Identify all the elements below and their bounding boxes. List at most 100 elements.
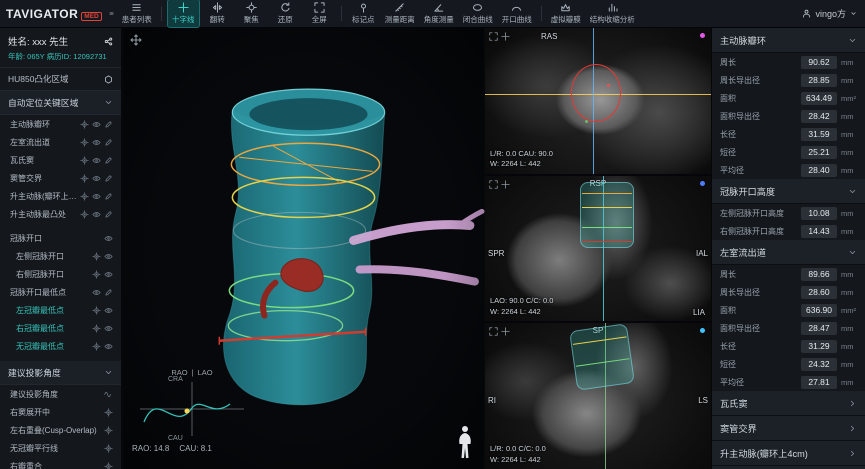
- locate-icon[interactable]: [104, 444, 113, 453]
- locate-icon[interactable]: [92, 324, 101, 333]
- locate-icon[interactable]: [92, 306, 101, 315]
- left-cusp-lowest-row[interactable]: 左冠瓣最低点: [0, 301, 121, 319]
- toolbar-reset[interactable]: 还原: [270, 0, 301, 27]
- toolbar-flip[interactable]: 翻转: [202, 0, 233, 27]
- toolbar-structure-analysis[interactable]: 结构收缩分析: [587, 0, 638, 27]
- visibility-icon[interactable]: [104, 306, 113, 315]
- visibility-icon[interactable]: [92, 138, 101, 147]
- coronary-ostia-row[interactable]: 冠脉开口: [0, 229, 121, 247]
- coronary-lowest-points-row[interactable]: 冠脉开口最低点: [0, 283, 121, 301]
- crosshair-icon[interactable]: [501, 180, 510, 189]
- locate-icon[interactable]: [92, 342, 101, 351]
- locate-icon[interactable]: [104, 426, 113, 435]
- edit-icon[interactable]: [104, 174, 113, 183]
- region-row-sinotubular-junction[interactable]: 窦管交界: [0, 169, 121, 187]
- section-lvot[interactable]: 左室流出道: [712, 240, 865, 265]
- locate-icon[interactable]: [104, 408, 113, 417]
- toolbar-closed-curve[interactable]: 闭合曲线: [460, 0, 496, 27]
- projection-curve-row[interactable]: 建议投影角度: [0, 385, 121, 403]
- viewport-3d[interactable]: RAO|LAO CRA CAU RAO: 14.8 CAU: 8.1: [122, 28, 485, 469]
- section-sinus-of-valsalva[interactable]: 瓦氏窦: [712, 391, 865, 416]
- locate-icon[interactable]: [80, 174, 89, 183]
- section-auto-key-regions[interactable]: 自动定位关键区域: [0, 91, 121, 115]
- edit-icon[interactable]: [104, 156, 113, 165]
- toolbar-marker[interactable]: 标记点: [348, 0, 379, 27]
- locate-icon[interactable]: [104, 462, 113, 469]
- section-ascending-aorta-4cm[interactable]: 升主动脉(瓣环上4cm): [712, 441, 865, 466]
- valve-region-overlay[interactable]: [569, 324, 635, 391]
- visibility-icon[interactable]: [104, 234, 113, 243]
- locate-icon[interactable]: [80, 192, 89, 201]
- valve-region-overlay[interactable]: [580, 182, 634, 248]
- locate-icon[interactable]: [92, 252, 101, 261]
- section-aortic-annulus[interactable]: 主动脉瓣环: [712, 28, 865, 53]
- visibility-icon[interactable]: [92, 288, 101, 297]
- pan-move-icon[interactable]: [130, 34, 142, 46]
- hu850-region-button[interactable]: HU850凸化区域: [0, 68, 121, 91]
- region-row-sinus-of-valsalva[interactable]: 瓦氏窦: [0, 151, 121, 169]
- region-row-ascending-aorta-convex[interactable]: 升主动脉最凸处: [0, 205, 121, 223]
- annulus-contour[interactable]: [571, 64, 621, 122]
- projection-cusp-align-row[interactable]: 右瓣重合: [0, 457, 121, 469]
- visibility-icon[interactable]: [92, 174, 101, 183]
- visibility-icon[interactable]: [104, 270, 113, 279]
- toolbar-measure-angle[interactable]: 角度测量: [421, 0, 457, 27]
- edit-icon[interactable]: [104, 192, 113, 201]
- maximize-icon[interactable]: [489, 180, 498, 189]
- locate-icon[interactable]: [80, 210, 89, 219]
- patient-orientation-figure[interactable]: [455, 425, 475, 461]
- locate-icon[interactable]: [80, 156, 89, 165]
- visibility-icon[interactable]: [92, 156, 101, 165]
- edit-icon[interactable]: [104, 210, 113, 219]
- region-row-ascending-aorta-4cm[interactable]: 升主动脉(瓣环上4cm): [0, 187, 121, 205]
- section-coronary-ostia-height[interactable]: 冠脉开口高度: [712, 179, 865, 204]
- projection-right-cusp-row[interactable]: 右窦展开中: [0, 403, 121, 421]
- section-projection-angles[interactable]: 建议投影角度: [0, 361, 121, 385]
- edit-icon[interactable]: [104, 288, 113, 297]
- visibility-icon[interactable]: [104, 252, 113, 261]
- menu-icon[interactable]: [107, 9, 116, 18]
- toolbar-patient-list[interactable]: 患者列表: [119, 0, 155, 27]
- toolbar-crosshair[interactable]: 十字线: [168, 0, 199, 27]
- maximize-icon[interactable]: [489, 327, 498, 336]
- crosshair-icon[interactable]: [501, 327, 510, 336]
- toolbar-fullscreen[interactable]: 全屏: [304, 0, 335, 27]
- maximize-icon[interactable]: [489, 32, 498, 41]
- visibility-icon[interactable]: [92, 120, 101, 129]
- toolbar-measure-distance[interactable]: 测量距离: [382, 0, 418, 27]
- visibility-icon[interactable]: [92, 210, 101, 219]
- left-coronary-ostium-row[interactable]: 左侧冠脉开口: [0, 247, 121, 265]
- locate-icon[interactable]: [80, 138, 89, 147]
- marker-dot-green: [585, 120, 588, 123]
- share-icon[interactable]: [104, 37, 113, 46]
- section-sinotubular-junction[interactable]: 窦管交界: [712, 416, 865, 441]
- measurement-value: 31.59: [801, 128, 837, 141]
- measurement-value: 14.43: [801, 225, 837, 238]
- ct-view-annulus-plane[interactable]: RAS L/R: 0.0 CAU: 90.0 W: 2264 L: 442: [485, 28, 711, 174]
- projection-angle-widget[interactable]: RAO|LAO CRA CAU RAO: 14.8 CAU: 8.1: [132, 368, 252, 453]
- curve-wave-icon[interactable]: [104, 390, 113, 399]
- angle-curve-graph[interactable]: [132, 378, 252, 440]
- toolbar-open-curve[interactable]: 开口曲线: [499, 0, 535, 27]
- visibility-icon[interactable]: [92, 192, 101, 201]
- visibility-icon[interactable]: [104, 324, 113, 333]
- edit-icon[interactable]: [104, 138, 113, 147]
- ct-view-coronal-oblique[interactable]: SP RI LS L/R: 0.0 C/C: 0.0 W: 2264 L: 44…: [485, 323, 711, 469]
- right-coronary-ostium-row[interactable]: 右侧冠脉开口: [0, 265, 121, 283]
- ct-view-sagittal-oblique[interactable]: RSP SPR IAL LIA LAO: 90.0 C/C: 0.0 W: 22…: [485, 176, 711, 322]
- non-coronary-cusp-lowest-row[interactable]: 无冠瓣最低点: [0, 337, 121, 355]
- region-row-lvot[interactable]: 左室流出道: [0, 133, 121, 151]
- toolbar-virtual-valve[interactable]: 虚拟瓣膜: [548, 0, 584, 27]
- user-menu[interactable]: vingo方: [802, 7, 859, 20]
- right-cusp-lowest-row[interactable]: 右冠瓣最低点: [0, 319, 121, 337]
- visibility-icon[interactable]: [104, 342, 113, 351]
- crosshair-icon[interactable]: [501, 32, 510, 41]
- edit-icon[interactable]: [104, 120, 113, 129]
- toolbar-focus[interactable]: 聚焦: [236, 0, 267, 27]
- locate-icon[interactable]: [92, 270, 101, 279]
- projection-cusp-overlap-row[interactable]: 左右重叠(Cusp-Overlap): [0, 421, 121, 439]
- locate-icon[interactable]: [80, 120, 89, 129]
- chevron-down-icon: [848, 187, 857, 196]
- projection-ncc-parallel-row[interactable]: 无冠瓣平行线: [0, 439, 121, 457]
- region-row-aortic-annulus[interactable]: 主动脉瓣环: [0, 115, 121, 133]
